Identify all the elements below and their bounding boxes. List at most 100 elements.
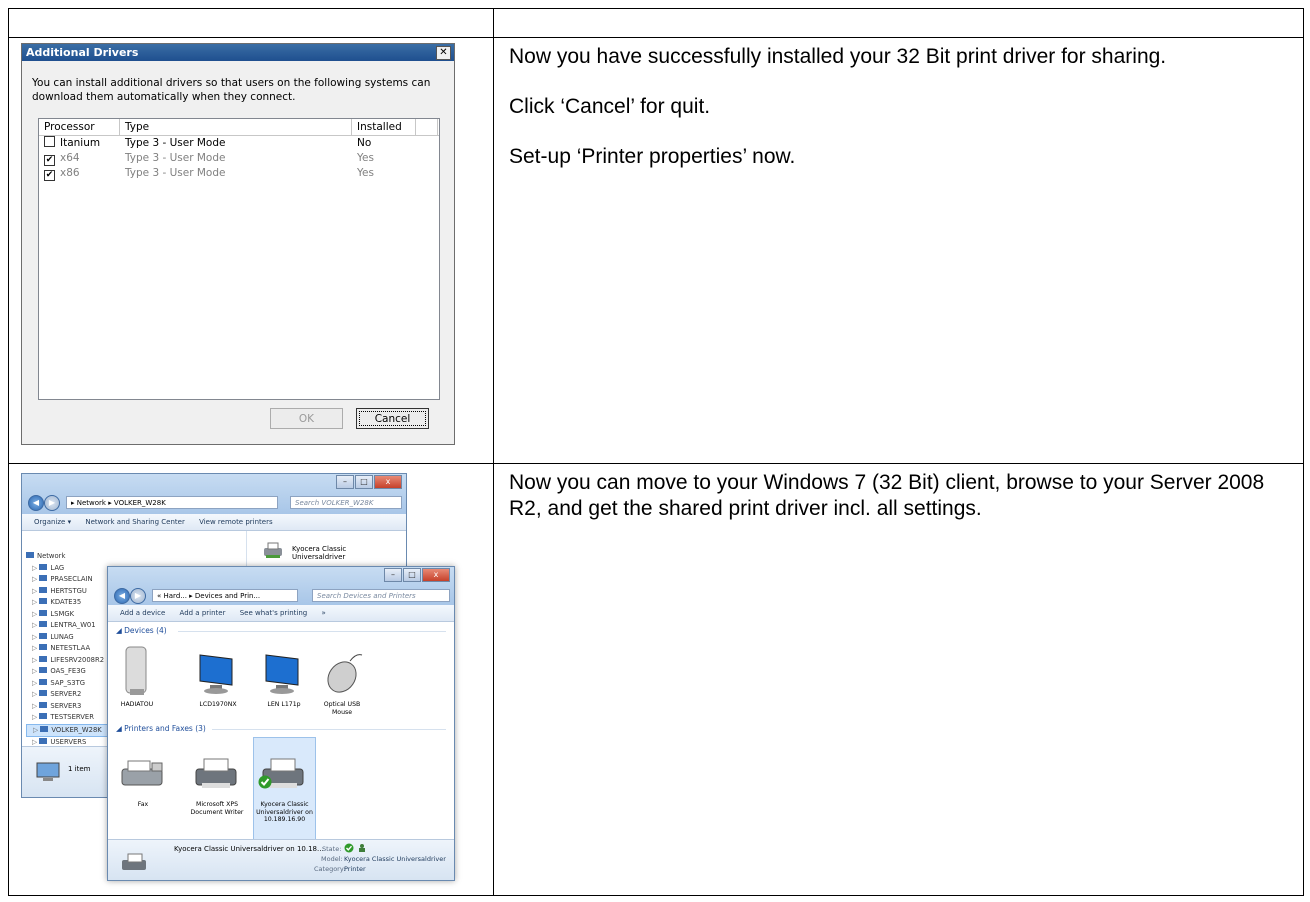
tree-item-label: LENTRA_W01 — [50, 621, 96, 629]
tree-item[interactable]: ▷ LIFESRV2008R2 — [26, 655, 108, 667]
shared-printer-tile[interactable]: Kyocera Classic Universaldriver — [260, 538, 400, 562]
expand-arrow-icon[interactable]: ▷ — [32, 644, 39, 652]
expand-arrow-icon[interactable]: ▷ — [32, 621, 39, 629]
tree-item[interactable]: ▷ TESTSERVER — [26, 712, 108, 724]
devices-printers-window: – □ x ◀ ▶ « Hard... ▸ Devices and Prin..… — [107, 566, 455, 881]
checkbox-checked-icon[interactable]: ✔ — [44, 155, 55, 166]
expand-arrow-icon[interactable]: ▷ — [32, 656, 39, 664]
expand-arrow-icon[interactable]: ▷ — [32, 702, 39, 710]
command-bar: Add a device Add a printer See what's pr… — [108, 605, 454, 622]
tree-item-label: LAG — [50, 563, 65, 572]
instruction-paragraph: Now you can move to your Windows 7 (32 B… — [509, 471, 1265, 520]
address-bar[interactable]: « Hard... ▸ Devices and Prin... — [152, 589, 298, 602]
command-add-printer[interactable]: Add a printer — [180, 609, 226, 617]
tree-item[interactable]: ▷ VOLKER_W28K — [26, 723, 108, 737]
monitor-icon — [199, 654, 233, 694]
window-title-bar: – □ x ◀ ▶ ▸ Network ▸ VOLKER_W28K Search… — [22, 474, 406, 514]
group-divider — [212, 729, 446, 730]
search-input[interactable]: Search VOLKER_W28K — [290, 496, 402, 509]
expand-arrow-icon[interactable]: ▷ — [32, 598, 39, 606]
tree-item[interactable]: ▷ LUNAG — [26, 632, 108, 644]
tree-item-label: LUNAG — [50, 632, 74, 641]
tree-item[interactable]: ▷ LENTRA_W01 — [26, 620, 108, 632]
command-see-printing[interactable]: See what's printing — [240, 609, 308, 617]
command-view-remote-printers[interactable]: View remote printers — [199, 518, 273, 526]
caption-buttons: – □ x — [384, 568, 450, 582]
command-organize[interactable]: Organize ▾ — [34, 518, 71, 526]
expand-arrow-icon[interactable]: ▷ — [32, 690, 39, 698]
driver-row[interactable]: Itanium Type 3 - User Mode No — [39, 136, 439, 151]
expand-arrow-icon[interactable]: ▷ — [32, 610, 39, 618]
command-network-sharing[interactable]: Network and Sharing Center — [85, 518, 185, 526]
address-bar[interactable]: ▸ Network ▸ VOLKER_W28K — [66, 496, 278, 509]
expand-arrow-icon[interactable]: ▷ — [32, 564, 39, 572]
tree-item[interactable]: ▷ SERVER2 — [26, 689, 108, 701]
expand-arrow-icon[interactable]: ▷ — [32, 667, 39, 675]
expand-arrow-icon[interactable]: ▷ — [32, 679, 39, 687]
minimize-icon[interactable]: – — [384, 568, 402, 582]
shared-icon — [359, 844, 365, 852]
instructions-bottom: Now you can move to your Windows 7 (32 B… — [509, 470, 1269, 546]
printer-label: Microsoft XPS Document Writer — [190, 801, 244, 816]
expand-arrow-icon[interactable]: ▷ — [32, 587, 39, 595]
expand-arrow-icon[interactable]: ▷ — [32, 633, 39, 641]
driver-processor: Itanium — [60, 137, 101, 149]
expand-arrow-icon[interactable]: ▷ — [32, 575, 39, 583]
close-icon[interactable]: ✕ — [436, 46, 451, 60]
network-icon — [26, 552, 34, 558]
detail-category-label: Category: — [314, 865, 346, 873]
command-more[interactable]: » — [321, 609, 325, 617]
device-label: HADIATOU — [120, 701, 154, 708]
printers-group-header[interactable]: ◢ Printers and Faxes (3) — [116, 724, 206, 733]
fax-icon — [121, 760, 163, 786]
tree-item[interactable]: ▷ KDATE35 — [26, 597, 108, 609]
tree-item[interactable]: ▷ SAP_S3TG — [26, 678, 108, 690]
instruction-paragraph: Now you have successfully installed your… — [509, 45, 1167, 68]
detail-model-label: Model: — [321, 855, 343, 863]
close-icon[interactable]: x — [374, 475, 402, 489]
tree-item[interactable]: ▷ SERVER3 — [26, 701, 108, 713]
caption-buttons: – □ x — [336, 475, 402, 489]
back-icon[interactable]: ◀ — [28, 495, 44, 511]
column-header-type[interactable]: Type — [120, 119, 352, 135]
tree-item[interactable]: ▷ PRASECLAIN — [26, 574, 108, 586]
driver-row[interactable]: ✔ x64 Type 3 - User Mode Yes — [39, 151, 439, 166]
tree-item[interactable]: ▷ HERTSTGU — [26, 586, 108, 598]
minimize-icon[interactable]: – — [336, 475, 354, 489]
tree-item-label: LSMGK — [50, 609, 75, 618]
checkbox-checked-icon[interactable]: ✔ — [44, 170, 55, 181]
expand-arrow-icon[interactable]: ▷ — [32, 713, 39, 721]
detail-title: Kyocera Classic Universaldriver on 10.18… — [174, 845, 324, 853]
search-input[interactable]: Search Devices and Printers — [312, 589, 450, 602]
tree-item[interactable]: ▷ OAS_FE3G — [26, 666, 108, 678]
ok-button[interactable]: OK — [270, 408, 343, 429]
instruction-paragraph: Click ‘Cancel’ for quit. — [509, 95, 711, 118]
tree-item[interactable]: ▷ LAG — [26, 563, 108, 575]
devices-group-header[interactable]: ◢ Devices (4) — [116, 626, 167, 635]
tree-item[interactable]: ▷ NETESTLAA — [26, 643, 108, 655]
tree-root[interactable]: Network — [26, 551, 108, 563]
column-header-installed[interactable]: Installed — [352, 119, 416, 135]
driver-row[interactable]: ✔ x86 Type 3 - User Mode Yes — [39, 166, 439, 181]
back-icon[interactable]: ◀ — [114, 588, 130, 604]
expand-arrow-icon[interactable]: ▷ — [33, 726, 40, 734]
cancel-button[interactable]: Cancel — [356, 408, 429, 429]
driver-processor-cell: Itanium — [39, 136, 120, 151]
driver-installed: Yes — [357, 167, 374, 179]
column-header-processor[interactable]: Processor — [39, 119, 120, 135]
computer-icon — [39, 621, 48, 627]
driver-type: Type 3 - User Mode — [125, 152, 226, 164]
forward-icon[interactable]: ▶ — [130, 588, 146, 604]
table-row-divider — [8, 463, 1303, 464]
maximize-icon[interactable]: □ — [355, 475, 373, 489]
forward-icon[interactable]: ▶ — [44, 495, 60, 511]
maximize-icon[interactable]: □ — [403, 568, 421, 582]
close-icon[interactable]: x — [422, 568, 450, 582]
tree-item[interactable]: ▷ LSMGK — [26, 609, 108, 621]
checkbox-unchecked-icon[interactable] — [44, 136, 55, 147]
expand-arrow-icon[interactable]: ▷ — [32, 738, 39, 746]
details-pane: Kyocera Classic Universaldriver on 10.18… — [108, 839, 454, 880]
command-add-device[interactable]: Add a device — [120, 609, 165, 617]
detail-state-label: State: — [322, 845, 342, 853]
navigation-tree: Network ▷ LAG ▷ PRASECLAIN ▷ HERTSTGU ▷ KDA… — [26, 551, 108, 760]
